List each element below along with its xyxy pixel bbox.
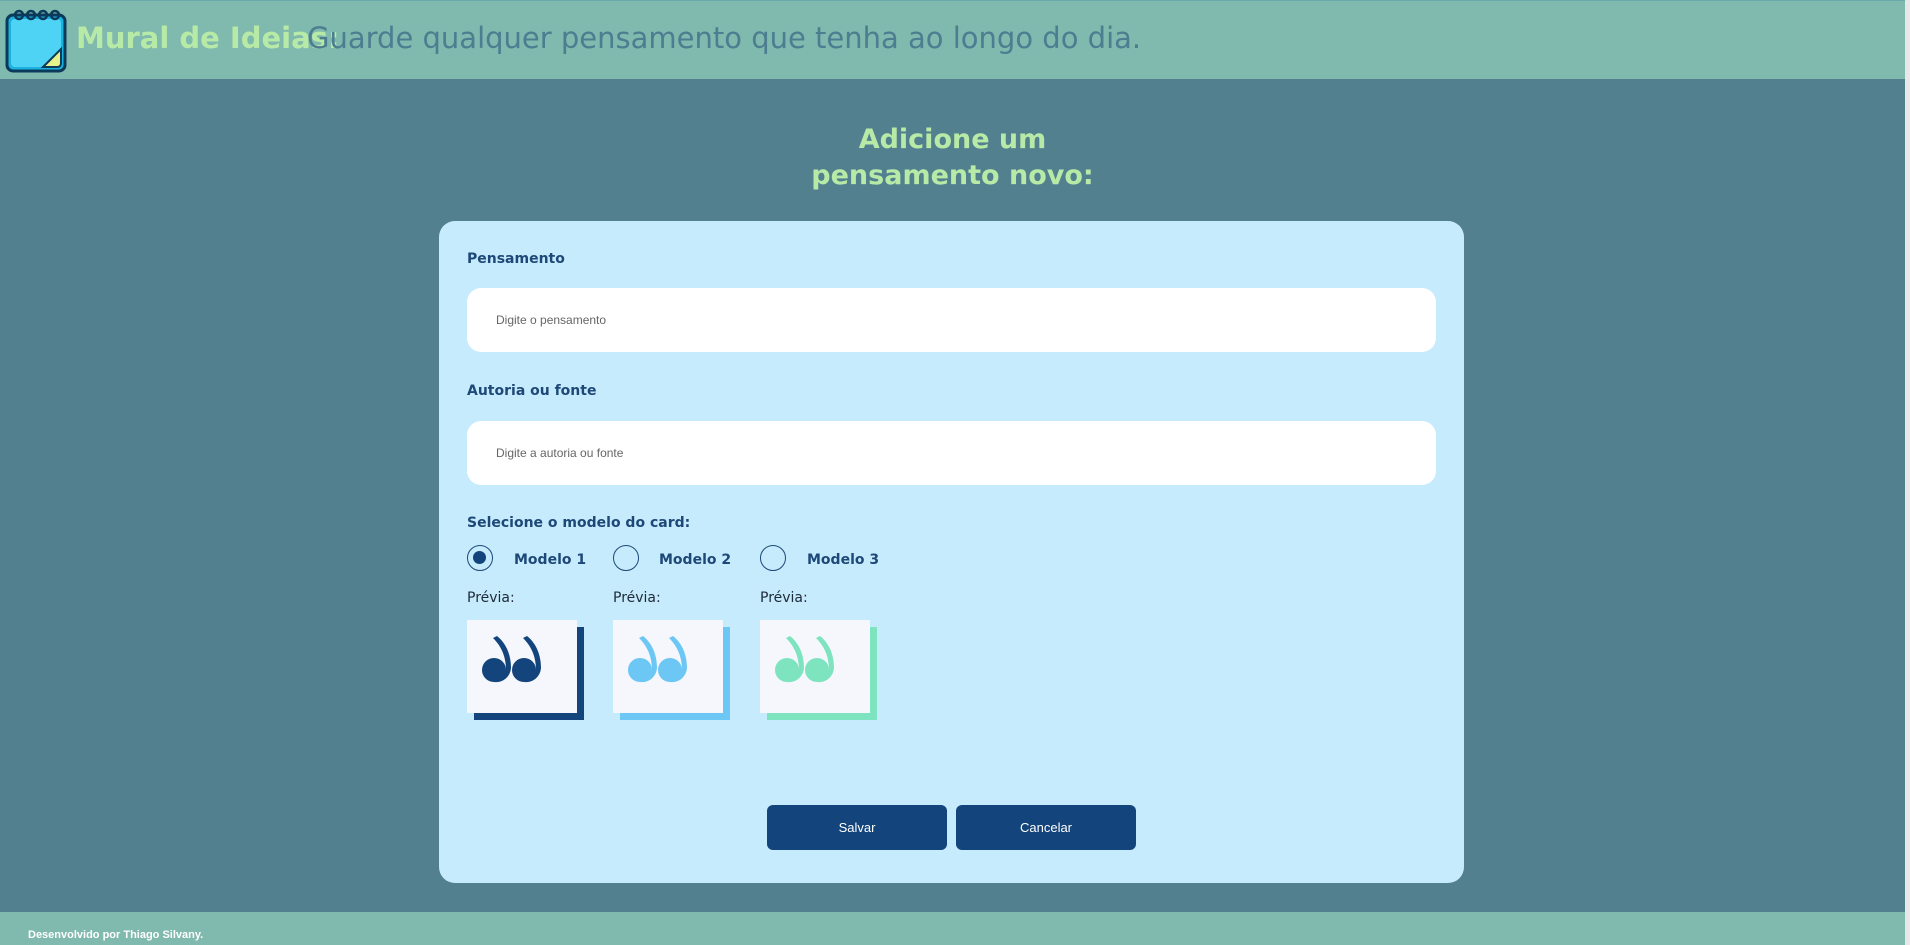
author-input[interactable]: [467, 421, 1436, 485]
model-1-radio[interactable]: [467, 545, 493, 571]
model-2-preview-label: Prévia:: [613, 590, 661, 606]
quote-icon: [775, 636, 834, 683]
form-card: Pensamento Autoria ou fonte Selecione o …: [439, 221, 1464, 883]
model-2-radio[interactable]: [613, 545, 639, 571]
quote-icon: [628, 636, 687, 683]
model-2-label[interactable]: Modelo 2: [659, 552, 731, 568]
thought-input[interactable]: [467, 288, 1436, 352]
app-title: Mural de Ideias:: [76, 21, 340, 55]
save-button[interactable]: Salvar: [767, 805, 947, 850]
form-heading-line1: Adicione um: [858, 124, 1047, 155]
thought-label: Pensamento: [467, 251, 565, 267]
model-3-preview: [760, 620, 877, 720]
model-3-preview-label: Prévia:: [760, 590, 808, 606]
model-1-label[interactable]: Modelo 1: [514, 552, 586, 568]
form-heading-line2: pensamento novo:: [811, 160, 1094, 191]
cancel-button[interactable]: Cancelar: [956, 805, 1136, 850]
model-2-preview: [613, 620, 730, 720]
scrollbar[interactable]: [1905, 0, 1910, 945]
header: Mural de Ideias: Guarde qualquer pensame…: [0, 0, 1905, 79]
notepad-icon: [5, 9, 67, 73]
app-subtitle: Guarde qualquer pensamento que tenha ao …: [307, 21, 1142, 55]
model-1-preview-label: Prévia:: [467, 590, 515, 606]
quote-icon: [482, 636, 541, 683]
model-3-radio[interactable]: [760, 545, 786, 571]
model-3-label[interactable]: Modelo 3: [807, 552, 879, 568]
model-1-preview: [467, 620, 584, 720]
footer-credit: Desenvolvido por Thiago Silvany.: [28, 929, 204, 941]
footer: Desenvolvido por Thiago Silvany.: [0, 912, 1905, 945]
form-heading: Adicione um pensamento novo:: [0, 122, 1905, 194]
model-select-label: Selecione o modelo do card:: [467, 515, 691, 531]
author-label: Autoria ou fonte: [467, 383, 597, 399]
